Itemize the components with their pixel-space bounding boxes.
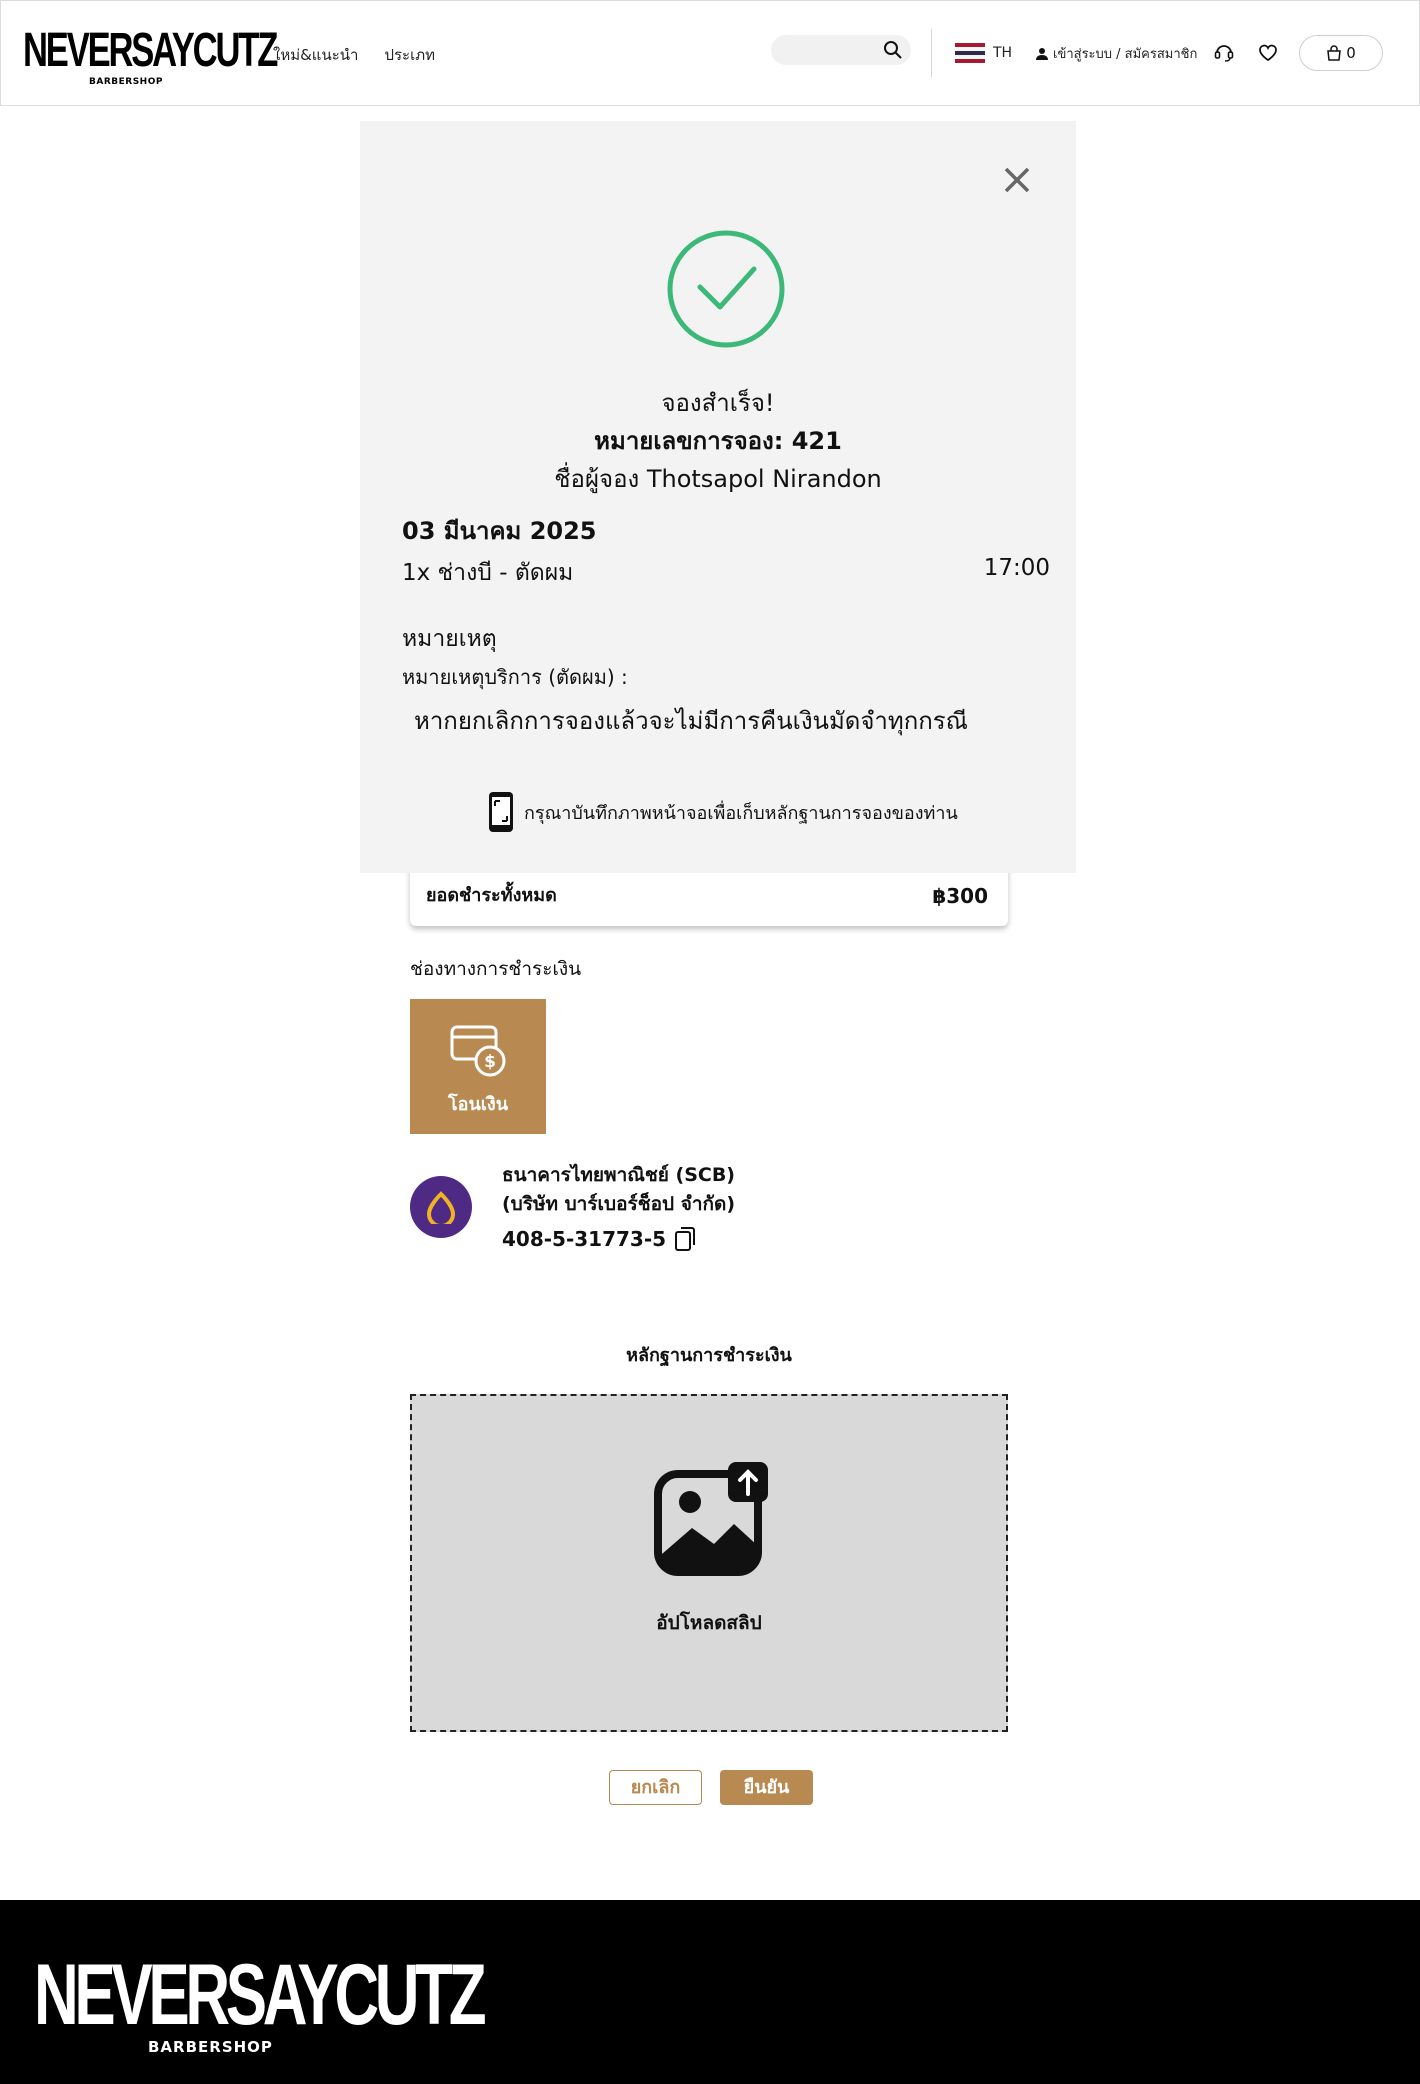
login-link[interactable]: เข้าสู่ระบบ / สมัครสมาชิก [1035,43,1197,64]
account-number: 408-5-31773-5 [502,1227,667,1251]
note-label: หมายเหตุบริการ (ตัดผม) : [402,665,628,689]
booking-service: 1x ช่างบี - ตัดผม [402,560,574,586]
screenshot-hint-text: กรุณาบันทึกภาพหน้าจอเพื่อเก็บหลักฐานการจ… [524,802,958,824]
site-footer: NEVERSAYCUTZ BARBERSHOP [0,1900,1420,2084]
upload-label: อัปโหลดสลิป [656,1612,762,1634]
success-check-icon [667,230,785,348]
support-icon[interactable] [1213,41,1235,63]
total-value: ฿300 [932,884,988,908]
account-number-row: 408-5-31773-5 [502,1226,696,1252]
cancel-button[interactable]: ยกเลิก [609,1770,702,1805]
logo-subtitle: BARBERSHOP [89,77,163,87]
footer-logo[interactable]: NEVERSAYCUTZ BARBERSHOP [34,1952,487,2062]
close-icon[interactable] [1000,163,1034,197]
image-upload-icon [654,1462,768,1576]
scb-logo [410,1176,472,1238]
login-label: เข้าสู่ระบบ / สมัครสมาชิก [1053,47,1198,62]
brand-logo[interactable]: NEVERSAYCUTZ BARBERSHOP [23,27,278,89]
scb-logo-icon [426,1191,456,1224]
footer-logo-wordmark: NEVERSAYCUTZ [34,1947,487,2043]
nav-new-recommended[interactable]: ใหม่&แนะนำ [273,43,358,67]
nav-categories[interactable]: ประเภท [384,43,435,67]
booking-date: 03 มีนาคม 2025 [402,517,597,545]
header-divider [931,29,932,77]
svg-text:$: $ [484,1052,496,1072]
card-money-icon: $ [450,1025,506,1077]
bank-name: ธนาคารไทยพาณิชย์ (SCB) [502,1164,735,1186]
booking-success-modal: จองสำเร็จ! หมายเลขการจอง: 421 ชื่อผู้จอง… [360,121,1076,873]
main-nav: ใหม่&แนะนำ ประเภท [273,43,435,67]
user-icon [1036,47,1048,60]
note-heading: หมายเหตุ [402,626,497,652]
search-input[interactable] [771,35,911,65]
note-text: หากยกเลิกการจองแล้วจะไม่มีการคืนเงินมัดจ… [414,707,968,735]
site-header: NEVERSAYCUTZ BARBERSHOP ใหม่&แนะนำ ประเภ… [0,0,1420,106]
success-title: จองสำเร็จ! [661,389,775,417]
total-label: ยอดชำระทั้งหมด [426,885,557,906]
cart-button[interactable]: 0 [1299,35,1383,71]
heart-icon[interactable] [1257,41,1279,63]
booking-number: หมายเลขการจอง: 421 [594,427,842,455]
thai-flag-icon [955,43,985,63]
bank-transfer-option[interactable]: $ โอนเงิน [410,999,546,1134]
confirm-button[interactable]: ยืนยัน [720,1770,813,1805]
language-label: TH [993,45,1013,61]
copy-icon[interactable] [674,1226,696,1252]
language-selector[interactable]: TH [955,43,1012,63]
cart-count: 0 [1346,44,1356,62]
proof-heading: หลักฐานการชำระเงิน [626,1345,792,1366]
phone-screenshot-icon [489,792,513,832]
transfer-label: โอนเงิน [447,1094,509,1115]
bag-icon [1327,45,1342,61]
booker-name: ชื่อผู้จอง Thotsapol Nirandon [554,465,882,493]
payment-channel-heading: ช่องทางการชำระเงิน [410,958,582,980]
slip-upload-area[interactable]: อัปโหลดสลิป [410,1394,1008,1732]
logo-wordmark: NEVERSAYCUTZ [23,24,278,77]
account-name: (บริษัท บาร์เบอร์ช็อป จำกัด) [502,1193,736,1215]
footer-logo-subtitle: BARBERSHOP [148,2038,273,2056]
booking-time: 17:00 [983,555,1050,581]
screenshot-hint: กรุณาบันทึกภาพหน้าจอเพื่อเก็บหลักฐานการจ… [488,791,958,833]
search-icon[interactable] [883,40,903,60]
